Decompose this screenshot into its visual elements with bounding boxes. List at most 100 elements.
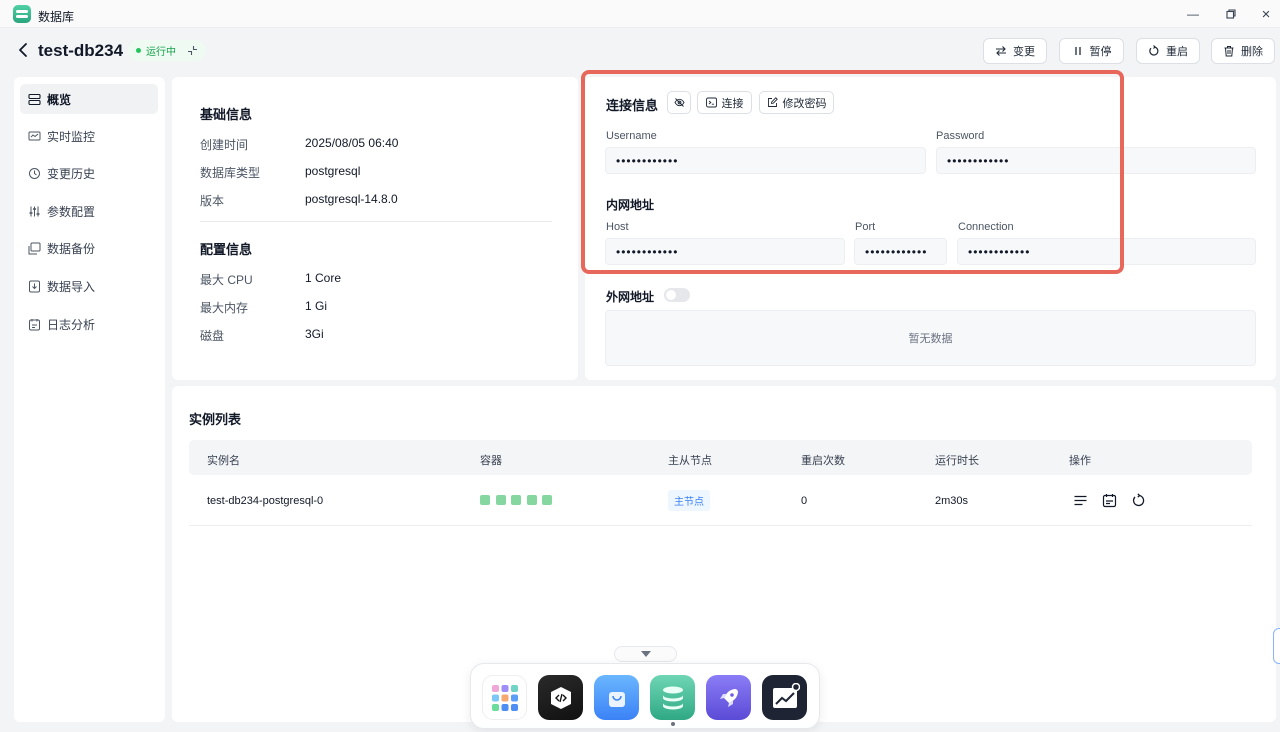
database-dock-icon[interactable]: [650, 675, 695, 720]
dock-toggle[interactable]: [614, 646, 677, 662]
window-title: 数据库: [38, 10, 75, 24]
change-password-button[interactable]: 修改密码: [759, 91, 834, 114]
divider: [200, 221, 552, 222]
row-divider: [189, 525, 1252, 526]
sidebar-item-logs[interactable]: 日志分析: [20, 309, 158, 339]
container-status-icon: [480, 495, 490, 505]
version-label: 版本: [200, 194, 225, 208]
column-uptime: 运行时长: [935, 455, 979, 467]
max-memory-value: 1 Gi: [305, 299, 328, 313]
status-text: 运行中: [146, 47, 176, 58]
restore-icon[interactable]: [1223, 6, 1239, 22]
disk-value: 3Gi: [305, 327, 324, 341]
database-icon: [662, 686, 683, 709]
password-field[interactable]: ••••••••••••: [936, 147, 1256, 174]
external-address-title: 外网地址: [606, 290, 655, 304]
restart-button[interactable]: 重启: [1136, 38, 1200, 64]
eye-off-icon: [673, 98, 685, 107]
host-field[interactable]: ••••••••••••: [605, 238, 845, 265]
devbox-app-icon[interactable]: [538, 675, 583, 720]
connection-field[interactable]: ••••••••••••: [957, 238, 1256, 265]
monitor-app-icon[interactable]: [762, 675, 807, 720]
dock: [470, 663, 820, 729]
max-cpu-value: 1 Core: [305, 271, 342, 285]
external-address-toggle[interactable]: [664, 288, 690, 302]
max-memory-label: 最大内存: [200, 301, 249, 315]
close-icon[interactable]: ×: [1258, 6, 1274, 23]
basic-info-title: 基础信息: [200, 107, 253, 122]
side-panel-handle[interactable]: [1273, 628, 1280, 664]
instance-name: test-db234-postgresql-0: [207, 495, 324, 507]
host-label: Host: [606, 221, 629, 233]
config-info-title: 配置信息: [200, 242, 253, 257]
sidebar-item-params[interactable]: 参数配置: [20, 196, 158, 226]
terminal-icon: [705, 97, 717, 108]
title-bar: 数据库 — ×: [0, 0, 1280, 28]
username-label: Username: [606, 130, 657, 142]
monitor-icon: [28, 131, 41, 140]
sidebar-item-overview[interactable]: 概览: [20, 84, 158, 114]
db-type-value: postgresql: [305, 164, 361, 178]
sidebar-item-backup[interactable]: 数据备份: [20, 233, 158, 263]
restart-instance-icon[interactable]: [1131, 493, 1146, 508]
details-icon[interactable]: [1073, 493, 1088, 508]
sidebar-item-monitor[interactable]: 实时监控: [20, 121, 158, 151]
database-app-icon: [13, 5, 31, 23]
created-time-label: 创建时间: [200, 138, 249, 152]
edit-icon: [767, 97, 778, 107]
delete-button[interactable]: 删除: [1211, 38, 1275, 64]
pause-icon: [1074, 47, 1081, 55]
chevron-down-icon: [640, 651, 651, 657]
sidebar-item-import[interactable]: 数据导入: [20, 271, 158, 301]
history-icon: [29, 167, 40, 179]
connection-label: Connection: [958, 221, 1014, 233]
disk-label: 磁盘: [200, 329, 225, 343]
container-status-icon: [526, 495, 537, 505]
launcher-app-icon[interactable]: [482, 675, 527, 720]
db-type-label: 数据库类型: [200, 166, 261, 180]
grid-icon: [491, 684, 518, 711]
created-time-value: 2025/08/05 06:40: [305, 136, 399, 150]
logs-icon[interactable]: [1102, 493, 1117, 508]
instance-list-title: 实例列表: [189, 412, 242, 427]
port-label: Port: [855, 221, 876, 233]
max-cpu-label: 最大 CPU: [200, 273, 253, 287]
backup-icon: [28, 242, 41, 254]
shopping-bag-icon: [608, 691, 625, 707]
sidebar-item-history[interactable]: 变更历史: [20, 158, 158, 188]
status-dot-icon: [136, 48, 141, 53]
role-tag: 主节点: [668, 490, 710, 511]
external-address-empty: 暂无数据: [605, 310, 1256, 366]
username-field[interactable]: ••••••••••••: [605, 147, 926, 174]
restart-count: 0: [801, 495, 808, 507]
toggle-visibility-button[interactable]: [667, 91, 691, 114]
connect-button[interactable]: 连接: [697, 91, 752, 114]
column-restarts: 重启次数: [801, 455, 845, 467]
version-value: postgresql-14.8.0: [305, 192, 398, 206]
collapse-arrows-icon[interactable]: [187, 45, 198, 56]
table-header: [189, 440, 1252, 475]
swap-icon: [996, 46, 1006, 56]
log-icon: [29, 318, 40, 330]
overview-icon: [28, 93, 41, 105]
internal-address-title: 内网地址: [606, 198, 655, 212]
column-role: 主从节点: [668, 455, 712, 467]
pause-button[interactable]: 暂停: [1059, 38, 1124, 64]
deploy-app-icon[interactable]: [706, 675, 751, 720]
code-cube-icon: [550, 686, 571, 709]
container-status-icon: [495, 495, 506, 505]
active-app-indicator: [671, 722, 675, 726]
import-icon: [29, 280, 40, 292]
status-badge: 运行中: [128, 40, 206, 61]
uptime-value: 2m30s: [935, 495, 969, 507]
minimize-icon[interactable]: —: [1185, 6, 1201, 22]
trash-icon: [1224, 46, 1234, 57]
port-field[interactable]: ••••••••••••: [854, 238, 947, 265]
back-arrow-icon[interactable]: [16, 41, 32, 59]
trend-chart-icon: [772, 682, 800, 708]
column-actions: 操作: [1069, 455, 1091, 467]
database-name: test-db234: [38, 41, 124, 60]
change-button[interactable]: 变更: [983, 38, 1047, 64]
connection-info-title: 连接信息: [606, 98, 659, 113]
store-app-icon[interactable]: [594, 675, 639, 720]
